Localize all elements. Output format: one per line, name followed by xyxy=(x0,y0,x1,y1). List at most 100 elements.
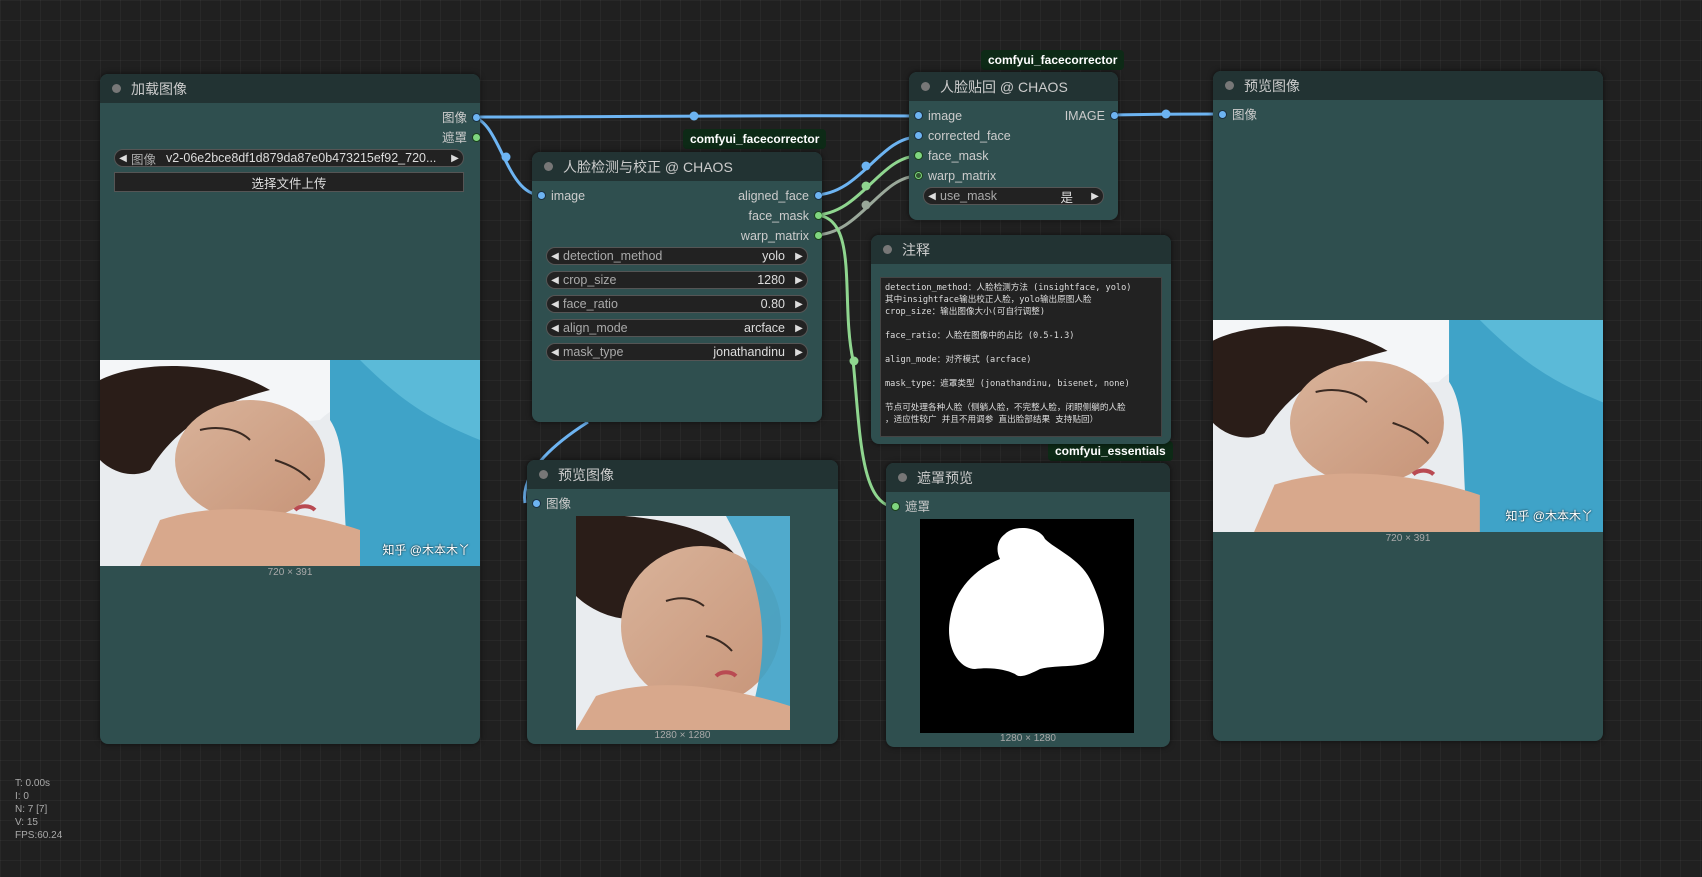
slot-label: 图像 xyxy=(1232,108,1258,122)
output-slot-image[interactable]: 图像 xyxy=(442,111,480,125)
arrow-right-icon[interactable]: ▶ xyxy=(447,153,463,164)
face-ratio-widget[interactable]: ◀ face_ratio 0.80 ▶ xyxy=(546,295,808,313)
arrow-left-icon[interactable]: ◀ xyxy=(547,323,563,334)
stat-time: T: 0.00s xyxy=(15,778,51,789)
widget-label: use_mask xyxy=(940,189,997,203)
input-slot-warp-matrix[interactable]: warp_matrix xyxy=(915,169,996,183)
arrow-left-icon[interactable]: ◀ xyxy=(115,153,131,164)
arrow-left-icon[interactable]: ◀ xyxy=(924,191,940,202)
collapse-dot-icon[interactable] xyxy=(112,84,121,93)
slot-label: image xyxy=(928,109,963,123)
slot-dot-icon[interactable] xyxy=(1219,111,1226,118)
align-mode-widget[interactable]: ◀ align_mode arcface ▶ xyxy=(546,319,808,337)
input-slot-corrected-face[interactable]: corrected_face xyxy=(915,129,1011,143)
arrow-right-icon[interactable]: ▶ xyxy=(1087,191,1103,202)
note-node[interactable]: 注释 detection_method：人脸检测方法 (insightface,… xyxy=(871,235,1171,444)
slot-dot-icon[interactable] xyxy=(815,192,822,199)
slot-dot-icon[interactable] xyxy=(473,134,480,141)
collapse-dot-icon[interactable] xyxy=(539,470,548,479)
slot-dot-icon[interactable] xyxy=(892,503,899,510)
use-mask-widget[interactable]: ◀ use_mask 是 ▶ xyxy=(923,187,1104,205)
arrow-left-icon[interactable]: ◀ xyxy=(547,299,563,310)
node-source-badge: comfyui_facecorrector xyxy=(981,50,1125,70)
slot-dot-icon[interactable] xyxy=(915,172,922,179)
stat-i: I: 0 xyxy=(15,791,29,802)
node-title: 注释 xyxy=(902,241,930,258)
output-slot-mask[interactable]: 遮罩 xyxy=(442,131,480,145)
link-midpoint[interactable] xyxy=(689,111,699,121)
node-title-bar[interactable]: 人脸检测与校正 @ CHAOS xyxy=(532,152,822,181)
link-midpoint[interactable] xyxy=(501,152,511,162)
arrow-left-icon[interactable]: ◀ xyxy=(547,347,563,358)
arrow-left-icon[interactable]: ◀ xyxy=(547,275,563,286)
widget-label: align_mode xyxy=(563,321,628,335)
slot-dot-icon[interactable] xyxy=(1111,112,1118,119)
slot-dot-icon[interactable] xyxy=(538,192,545,199)
slot-dot-icon[interactable] xyxy=(473,114,480,121)
upload-button[interactable]: 选择文件上传 xyxy=(114,172,464,192)
preview-face-image xyxy=(576,516,790,730)
preview-image-right-node[interactable]: 预览图像 图像 知乎 @木本木丫 720 × 391 xyxy=(1213,71,1603,741)
input-slot-image[interactable]: 图像 xyxy=(1219,108,1257,122)
collapse-dot-icon[interactable] xyxy=(921,82,930,91)
link-midpoint[interactable] xyxy=(861,181,871,191)
slot-label: 遮罩 xyxy=(441,131,467,145)
arrow-right-icon[interactable]: ▶ xyxy=(791,323,807,334)
node-title-bar[interactable]: 遮罩预览 xyxy=(886,463,1170,492)
load-image-node[interactable]: 加载图像 图像 遮罩 ◀ 图像 v2-06e2bce8df1d879da87e0… xyxy=(100,74,480,744)
crop-size-widget[interactable]: ◀ crop_size 1280 ▶ xyxy=(546,271,808,289)
detection-method-widget[interactable]: ◀ detection_method yolo ▶ xyxy=(546,247,808,265)
node-source-badge: comfyui_essentials xyxy=(1048,441,1173,461)
mask-type-widget[interactable]: ◀ mask_type jonathandinu ▶ xyxy=(546,343,808,361)
node-title-bar[interactable]: 加载图像 xyxy=(100,74,480,103)
slot-dot-icon[interactable] xyxy=(815,232,822,239)
slot-label: face_mask xyxy=(748,209,809,223)
arrow-right-icon[interactable]: ▶ xyxy=(791,347,807,358)
output-slot-aligned-face[interactable]: aligned_face xyxy=(738,189,822,203)
collapse-dot-icon[interactable] xyxy=(1225,81,1234,90)
collapse-dot-icon[interactable] xyxy=(898,473,907,482)
collapse-dot-icon[interactable] xyxy=(883,245,892,254)
aligned-face-image xyxy=(576,516,790,730)
output-slot-warp-matrix[interactable]: warp_matrix xyxy=(741,229,822,243)
input-slot-image[interactable]: 图像 xyxy=(533,497,571,511)
widget-value: 是 xyxy=(1060,190,1073,205)
link-midpoint[interactable] xyxy=(849,356,859,366)
preview-image-node[interactable]: 预览图像 图像 1280 × 1280 xyxy=(527,460,838,744)
arrow-left-icon[interactable]: ◀ xyxy=(547,251,563,262)
mask-preview-node[interactable]: 遮罩预览 遮罩 1280 × 1280 xyxy=(886,463,1170,747)
node-title-bar[interactable]: 注释 xyxy=(871,235,1171,264)
link-midpoint[interactable] xyxy=(1161,109,1171,119)
face-detect-node[interactable]: 人脸检测与校正 @ CHAOS image aligned_face face_… xyxy=(532,152,822,422)
render-stats: T: 0.00s I: 0 N: 7 [7] V: 15 FPS:60.24 xyxy=(15,777,62,842)
collapse-dot-icon[interactable] xyxy=(544,162,553,171)
link-midpoint[interactable] xyxy=(861,161,871,171)
widget-label: face_ratio xyxy=(563,297,618,311)
input-slot-face-mask[interactable]: face_mask xyxy=(915,149,988,163)
stat-nodes: N: 7 [7] xyxy=(15,804,48,815)
link-midpoint[interactable] xyxy=(861,200,871,210)
image-dimensions: 1280 × 1280 xyxy=(1000,733,1056,744)
input-slot-image[interactable]: image xyxy=(538,189,585,203)
arrow-right-icon[interactable]: ▶ xyxy=(791,299,807,310)
node-title-bar[interactable]: 预览图像 xyxy=(1213,71,1603,100)
slot-dot-icon[interactable] xyxy=(915,152,922,159)
arrow-right-icon[interactable]: ▶ xyxy=(791,251,807,262)
face-paste-node[interactable]: 人脸贴回 @ CHAOS image corrected_face face_m… xyxy=(909,72,1118,220)
node-source-badge: comfyui_facecorrector xyxy=(683,129,827,149)
loaded-image: 知乎 @木本木丫 xyxy=(100,360,480,566)
slot-dot-icon[interactable] xyxy=(533,500,540,507)
output-slot-image[interactable]: IMAGE xyxy=(1065,109,1118,123)
arrow-right-icon[interactable]: ▶ xyxy=(791,275,807,286)
input-slot-image[interactable]: image xyxy=(915,109,962,123)
slot-dot-icon[interactable] xyxy=(815,212,822,219)
note-textarea[interactable]: detection_method：人脸检测方法 (insightface, yo… xyxy=(880,277,1162,437)
stat-v: V: 15 xyxy=(15,817,38,828)
image-select-widget[interactable]: ◀ 图像 v2-06e2bce8df1d879da87e0b473215ef92… xyxy=(114,149,464,167)
node-title-bar[interactable]: 人脸贴回 @ CHAOS xyxy=(909,72,1118,101)
output-slot-face-mask[interactable]: face_mask xyxy=(749,209,822,223)
input-slot-mask[interactable]: 遮罩 xyxy=(892,500,930,514)
node-title-bar[interactable]: 预览图像 xyxy=(527,460,838,489)
slot-dot-icon[interactable] xyxy=(915,132,922,139)
slot-dot-icon[interactable] xyxy=(915,112,922,119)
